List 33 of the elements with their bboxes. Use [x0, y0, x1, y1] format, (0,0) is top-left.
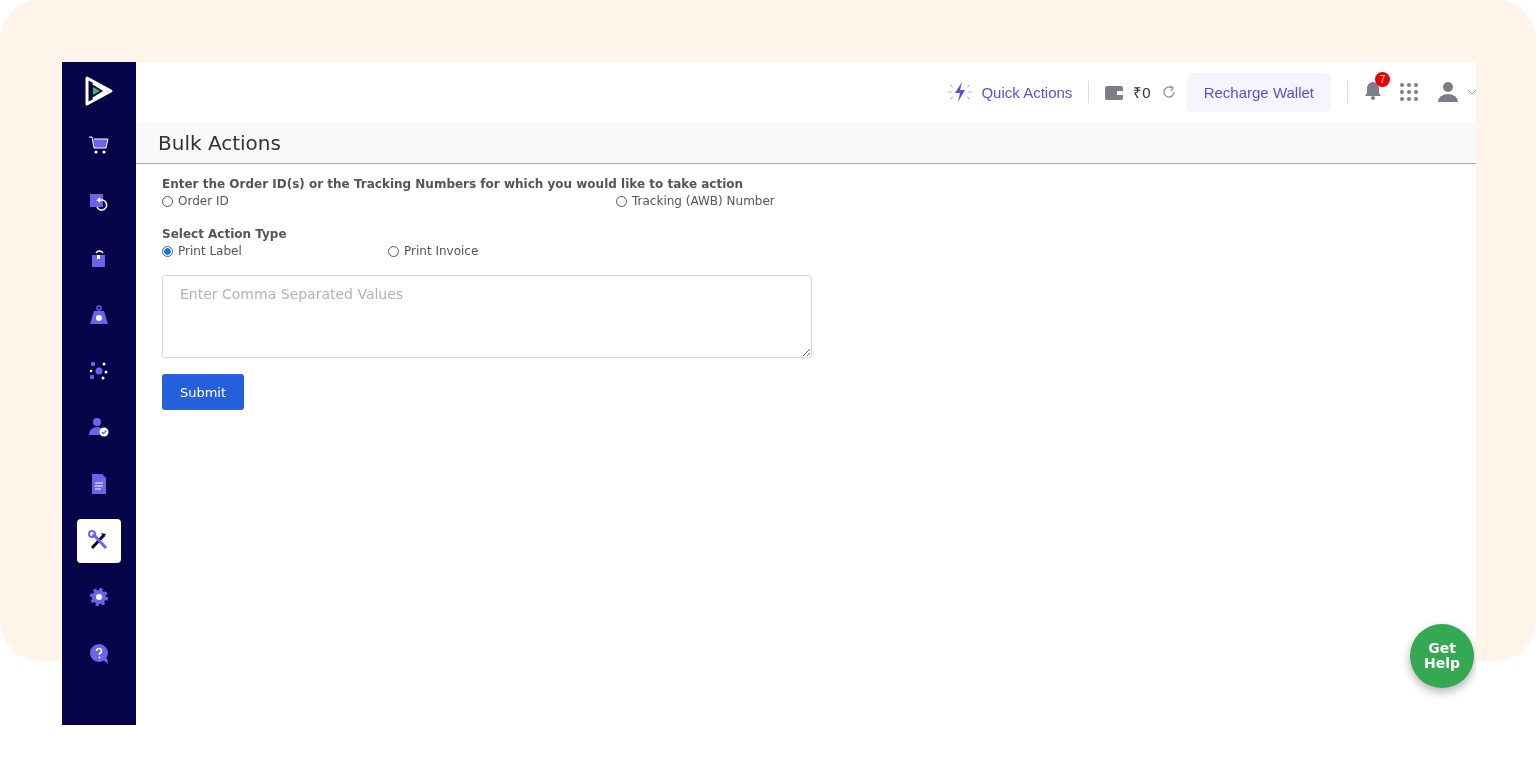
chevron-down-icon[interactable]: [1468, 89, 1476, 95]
bell-icon[interactable]: [1364, 80, 1382, 100]
action-prompt: Select Action Type: [162, 227, 288, 241]
refresh-icon[interactable]: [1160, 84, 1177, 100]
submit-button[interactable]: Submit: [162, 374, 244, 410]
lightning-icon: [947, 81, 974, 103]
notification-badge: 7: [1375, 72, 1390, 87]
help-icon: [88, 642, 110, 665]
radio-option[interactable]: Tracking (AWB) Number: [616, 194, 1070, 208]
id-prompt: Enter the Order ID(s) or the Tracking Numbers for which you would like to take action: [162, 177, 745, 191]
quick-actions-link[interactable]: Quick Actions: [947, 81, 1073, 103]
radio-option[interactable]: Print Invoice: [388, 244, 614, 258]
weight-icon: [88, 303, 110, 326]
values-field[interactable]: Enter Comma Separated Values: [162, 275, 812, 358]
sidebar-item[interactable]: [77, 518, 121, 563]
page-title: Bulk Actions: [158, 130, 281, 155]
cart-icon: [88, 134, 110, 156]
radio-button[interactable]: [162, 245, 173, 257]
user-check-icon: [88, 416, 110, 439]
option-label: Order ID: [178, 194, 229, 208]
option-label: Print Invoice: [404, 244, 479, 258]
wallet-balance: ₹0: [1133, 83, 1151, 102]
option-label: Print Label: [178, 244, 242, 258]
radio-option[interactable]: Print Label: [162, 244, 388, 258]
wallet-icon: [1105, 84, 1124, 100]
recharge-wallet-button[interactable]: Recharge Wallet: [1186, 72, 1331, 112]
user-icon[interactable]: [1438, 82, 1458, 102]
settings-icon: [88, 586, 110, 608]
radio-option[interactable]: Order ID: [162, 194, 616, 208]
option-label: Tracking (AWB) Number: [632, 194, 775, 208]
network-icon: [88, 360, 110, 382]
apps-grid-icon[interactable]: [1400, 83, 1418, 101]
tools-icon: [88, 529, 110, 552]
